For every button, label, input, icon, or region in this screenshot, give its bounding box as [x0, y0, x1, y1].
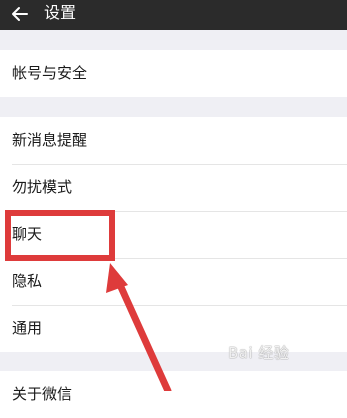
watermark: Bai 经验	[228, 344, 290, 362]
annotation-arrow-icon	[106, 263, 172, 391]
